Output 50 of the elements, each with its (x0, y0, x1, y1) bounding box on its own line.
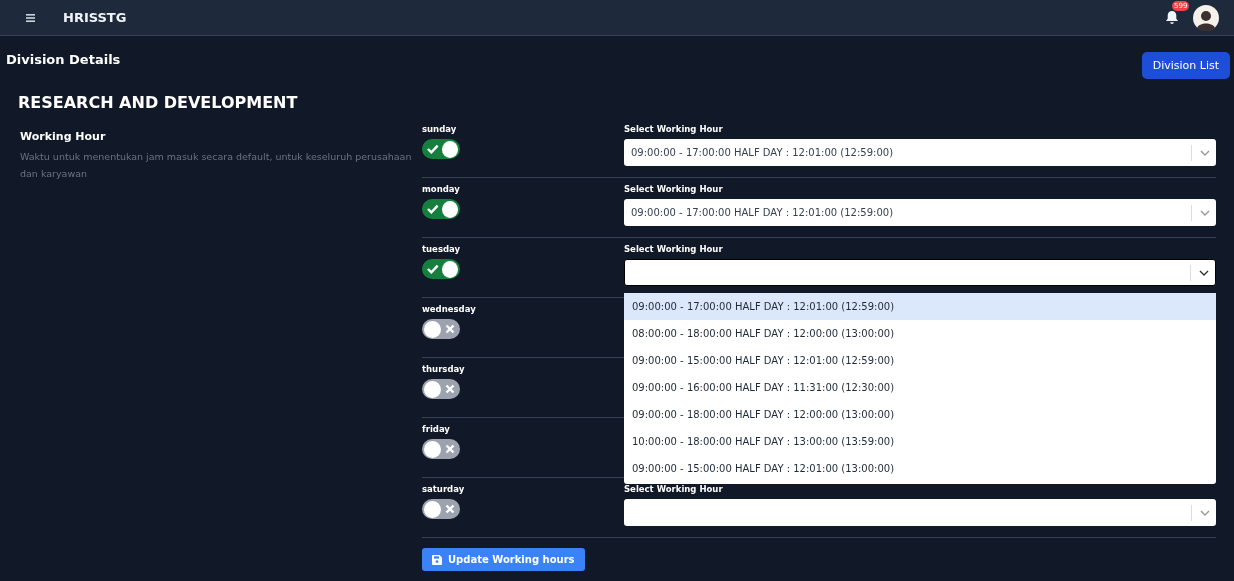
chevron-down-icon (1200, 149, 1210, 156)
section-title: Working Hour (20, 130, 107, 143)
check-icon (427, 264, 439, 274)
working-hour-select[interactable] (624, 259, 1216, 286)
dropdown-option[interactable]: 09:00:00 - 15:00:00 HALF DAY : 12:01:00 (12:59:00) (624, 347, 1216, 374)
avatar-icon[interactable] (1193, 4, 1219, 31)
day-label: friday (422, 424, 450, 434)
close-icon (445, 504, 455, 514)
check-icon (427, 204, 439, 214)
division-name: RESEARCH AND DEVELOPMENT (18, 93, 299, 112)
section-description: Waktu untuk menentukan jam masuk secara default, untuk keseluruh perusahaan dan karyawan (20, 150, 413, 181)
field-label: Select Working Hour (624, 184, 724, 194)
day-label: saturday (422, 484, 465, 494)
dropdown-option[interactable]: 10:00:00 - 18:00:00 HALF DAY : 13:00:00 (13:59:00) (624, 428, 1216, 455)
check-icon (427, 144, 439, 154)
bell-icon[interactable] (1165, 10, 1179, 25)
day-label: monday (422, 184, 460, 194)
toggle-switch[interactable] (422, 319, 460, 339)
dropdown-option[interactable]: 09:00:00 - 15:00:00 HALF DAY : 12:01:00 (13:00:00) (624, 455, 1216, 482)
day-label: wednesday (422, 304, 476, 314)
day-label: sunday (422, 124, 457, 134)
page-title: Division Details (6, 52, 121, 67)
toggle-switch[interactable] (422, 199, 460, 219)
close-icon (445, 324, 455, 334)
toggle-switch[interactable] (422, 379, 460, 399)
app-name: HRISSTG (63, 10, 127, 25)
toggle-switch[interactable] (422, 439, 460, 459)
save-icon (432, 554, 442, 565)
update-working-hours-button[interactable]: Update Working hours (422, 548, 585, 571)
dropdown-option[interactable]: 09:00:00 - 17:00:00 HALF DAY : 12:01:00 (12:59:00) (624, 293, 1216, 320)
day-label: thursday (422, 364, 465, 374)
menu-icon[interactable] (26, 13, 35, 22)
close-icon (445, 444, 455, 454)
dropdown-option[interactable]: 09:00:00 - 18:00:00 HALF DAY : 12:00:00 (13:00:00) (624, 401, 1216, 428)
chevron-down-icon (1200, 209, 1210, 216)
toggle-switch[interactable] (422, 259, 460, 279)
chevron-down-icon (1199, 269, 1209, 276)
division-list-button[interactable]: Division List (1141, 52, 1230, 79)
day-label: tuesday (422, 244, 461, 254)
chevron-down-icon (1200, 509, 1210, 516)
working-hour-select[interactable]: 09:00:00 - 17:00:00 HALF DAY : 12:01:00 (12:59:00) (624, 139, 1216, 166)
dropdown-option[interactable]: 08:00:00 - 18:00:00 HALF DAY : 12:00:00 (13:00:00) (624, 320, 1216, 347)
field-label: Select Working Hour (624, 244, 724, 254)
dropdown-option[interactable]: 09:00:00 - 16:00:00 HALF DAY : 11:31:00 (12:30:00) (624, 374, 1216, 401)
field-label: Select Working Hour (624, 484, 724, 494)
toggle-switch[interactable] (422, 499, 460, 519)
toggle-switch[interactable] (422, 139, 460, 159)
field-label: Select Working Hour (624, 124, 724, 134)
working-hour-select[interactable]: 09:00:00 - 17:00:00 HALF DAY : 12:01:00 (12:59:00) (624, 199, 1216, 226)
close-icon (445, 384, 455, 394)
